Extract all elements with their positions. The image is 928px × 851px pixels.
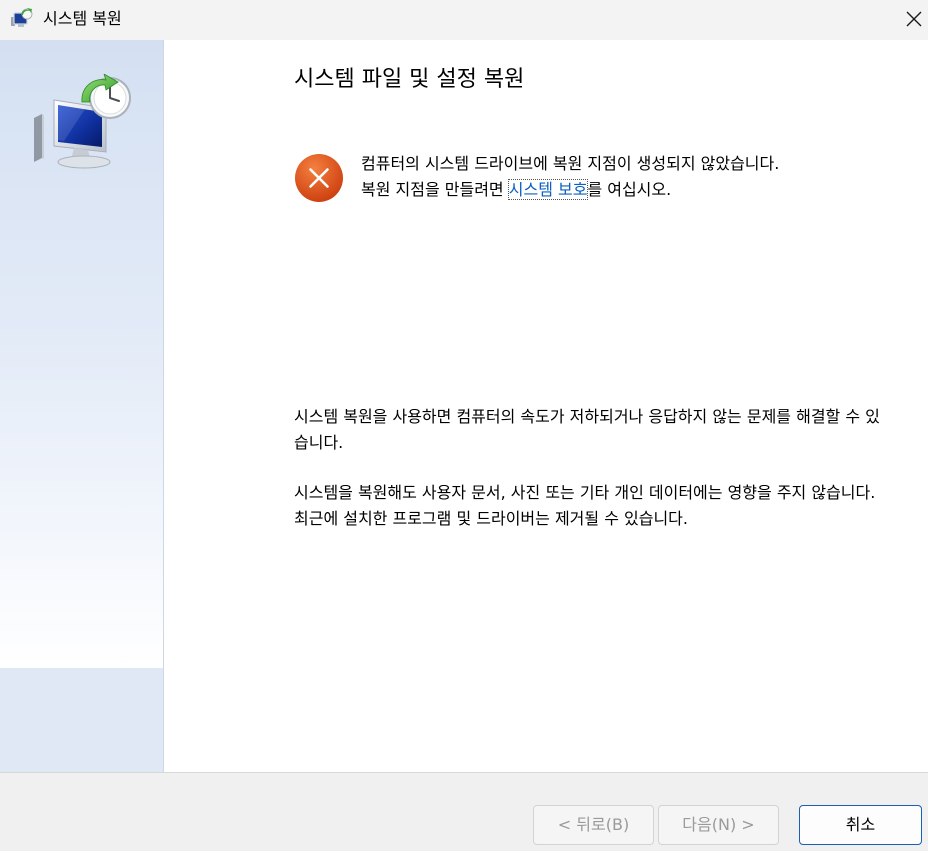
footer-bar <box>0 773 928 851</box>
error-line-2-suffix: 를 여십시오. <box>587 180 672 199</box>
error-icon <box>294 153 344 203</box>
window-title: 시스템 복원 <box>43 9 122 28</box>
error-message: 컴퓨터의 시스템 드라이브에 복원 지점이 생성되지 않았습니다. 복원 지점을… <box>361 151 891 203</box>
cancel-button[interactable]: 취소 <box>799 805 922 845</box>
close-button[interactable] <box>896 4 928 34</box>
system-restore-dialog: 시스템 복원 시스템 파일 및 설정 복원 컴퓨터의 시스템 드라이브에 복원 … <box>0 0 928 851</box>
page-title: 시스템 파일 및 설정 복원 <box>294 67 525 92</box>
error-line-1: 컴퓨터의 시스템 드라이브에 복원 지점이 생성되지 않았습니다. <box>361 154 780 173</box>
error-line-2-prefix: 복원 지점을 만들려면 <box>361 180 509 199</box>
sidebar-divider <box>163 40 164 772</box>
sidebar-lower-band <box>0 668 163 772</box>
error-line-2: 복원 지점을 만들려면 시스템 보호를 여십시오. <box>361 177 891 203</box>
description-paragraph-1: 시스템 복원을 사용하면 컴퓨터의 속도가 저하되거나 응답하지 않는 문제를 … <box>294 407 880 452</box>
system-protection-link[interactable]: 시스템 보호 <box>507 179 589 200</box>
next-button[interactable]: 다음(N) > <box>658 805 779 845</box>
back-button[interactable]: < 뒤로(B) <box>533 805 654 845</box>
close-icon <box>906 11 922 27</box>
system-restore-icon <box>10 8 34 30</box>
system-restore-monitor-clock-icon <box>30 73 134 174</box>
title-bar: 시스템 복원 <box>0 0 928 40</box>
description-paragraph-2: 시스템을 복원해도 사용자 문서, 사진 또는 기타 개인 데이터에는 영향을 … <box>294 483 876 528</box>
